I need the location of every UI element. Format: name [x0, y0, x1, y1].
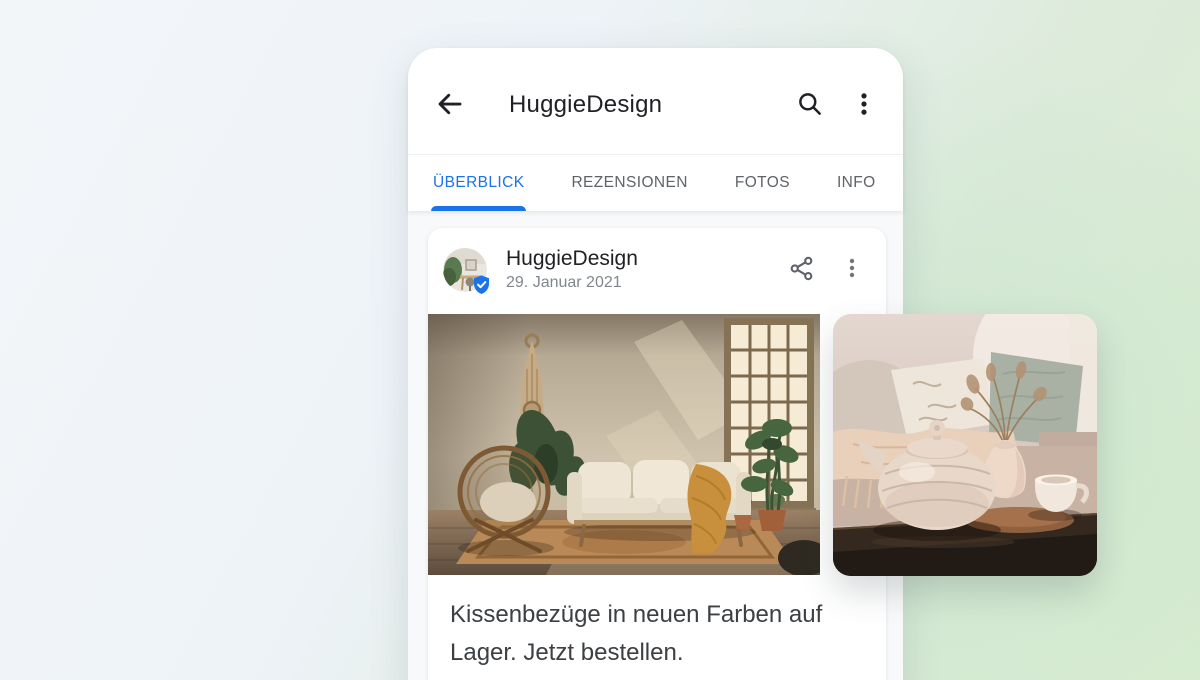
author-name: HuggieDesign — [506, 246, 638, 271]
tab-info[interactable]: INFO — [837, 155, 876, 211]
search-icon — [796, 90, 823, 120]
phone-mockup: HuggieDesign — [408, 48, 903, 680]
overflow-menu-button[interactable] — [851, 91, 877, 120]
post-overflow-button[interactable] — [840, 256, 864, 283]
post-photo-teapot[interactable] — [833, 314, 1097, 576]
search-button[interactable] — [796, 90, 823, 120]
share-button[interactable] — [788, 255, 815, 285]
verified-badge-icon — [471, 274, 492, 295]
tab-bar: ÜBERBLICK REZENSIONEN FOTOS INFO — [408, 155, 903, 211]
back-button[interactable] — [435, 89, 465, 122]
tab-ueberblick[interactable]: ÜBERBLICK — [433, 155, 524, 211]
page-background: HuggieDesign — [0, 0, 1200, 680]
tab-rezensionen[interactable]: REZENSIONEN — [571, 155, 687, 211]
tab-fotos[interactable]: FOTOS — [735, 155, 790, 211]
app-header: HuggieDesign — [408, 48, 903, 155]
three-dot-vertical-icon — [840, 256, 864, 283]
three-dot-vertical-icon — [851, 91, 877, 120]
post-date: 29. Januar 2021 — [506, 273, 638, 293]
page-title: HuggieDesign — [509, 91, 796, 119]
post-card: HuggieDesign 29. Januar 2021 — [428, 228, 886, 680]
post-actions — [788, 255, 864, 285]
app-bar-group: HuggieDesign — [408, 48, 903, 211]
share-icon — [788, 255, 815, 285]
author-block: HuggieDesign 29. Januar 2021 — [506, 246, 638, 293]
post-photo-living-room[interactable] — [428, 314, 820, 575]
content-area: HuggieDesign 29. Januar 2021 — [408, 211, 903, 680]
post-body-text: Kissenbezüge in neuen Farben auf Lager. … — [450, 596, 828, 672]
post-header: HuggieDesign 29. Januar 2021 — [428, 228, 886, 314]
arrow-left-icon — [435, 89, 465, 122]
avatar[interactable] — [443, 248, 487, 292]
